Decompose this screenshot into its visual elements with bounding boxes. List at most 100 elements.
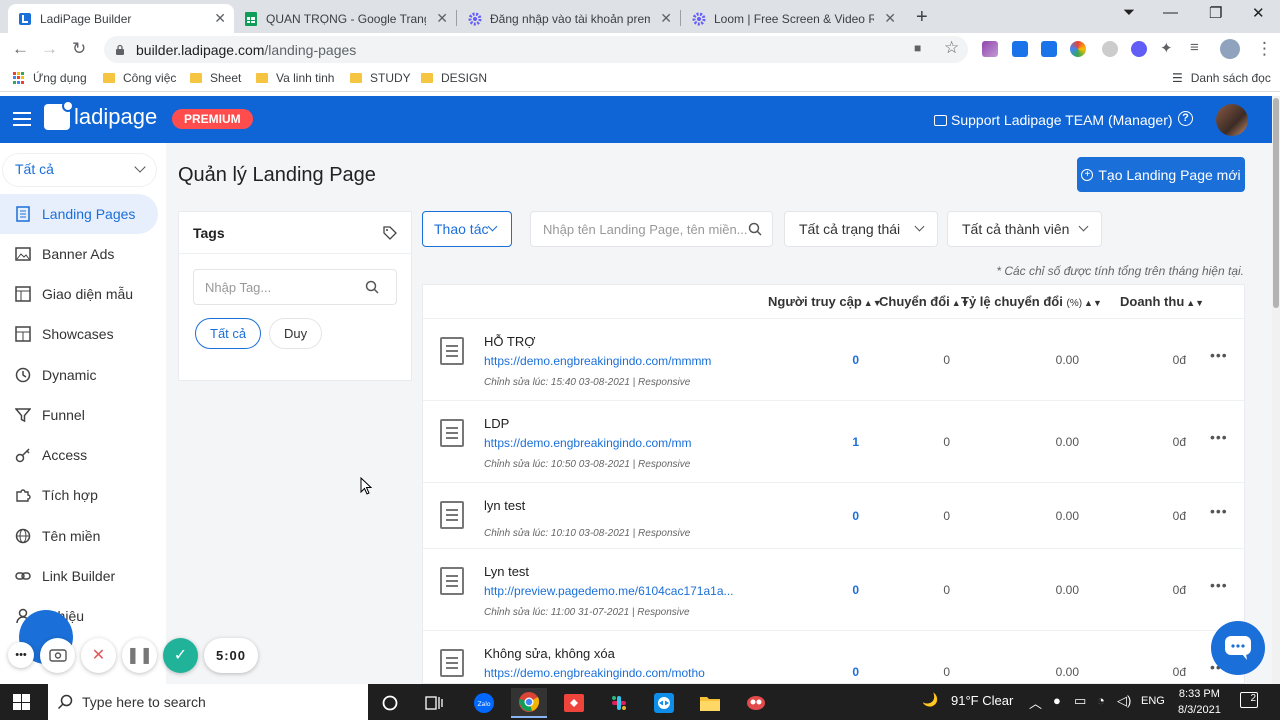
bookmark-folder[interactable]: Sheet [190, 71, 241, 85]
volume-icon[interactable]: ◁) [1117, 693, 1131, 709]
page-scrollbar[interactable] [1272, 96, 1280, 684]
close-icon[interactable]: ✕ [436, 10, 448, 27]
teamviewer-app-icon[interactable] [646, 688, 682, 718]
search-icon[interactable] [365, 280, 379, 294]
bookmark-star-icon[interactable]: ☆ [944, 38, 959, 58]
notification-center-icon[interactable]: 2 [1240, 692, 1258, 708]
page-name[interactable]: lyn test [484, 498, 525, 513]
sidebar-item-dynamic[interactable]: Dynamic [0, 355, 158, 395]
more-options-icon[interactable]: ••• [1210, 347, 1228, 363]
help-icon[interactable]: ? [1178, 111, 1193, 126]
language-indicator[interactable]: ENG [1141, 695, 1165, 707]
tag-chip-all[interactable]: Tất cả [195, 318, 262, 349]
forward-icon[interactable]: → [41, 39, 58, 59]
tag-search-input[interactable]: Nhập Tag... [193, 269, 397, 305]
bookmark-folder[interactable]: DESIGN [421, 71, 487, 85]
maximize-button[interactable]: ❐ [1209, 4, 1222, 22]
playlist-icon[interactable]: ≡ [1190, 39, 1199, 56]
scrollbar-thumb[interactable] [1273, 98, 1279, 308]
extension-translate-icon[interactable] [1012, 41, 1028, 57]
column-header-rate[interactable]: Tỷ lệ chuyển đổi (%) ▲▼ [961, 294, 1102, 309]
close-window-button[interactable]: ✕ [1252, 4, 1265, 22]
close-icon[interactable]: ✕ [884, 10, 896, 27]
loom-camera-toggle-icon[interactable] [40, 637, 75, 673]
tab-ladipage[interactable]: LadiPage Builder ✕ [8, 4, 234, 33]
sidebar-item-landing-pages[interactable]: Landing Pages [0, 194, 158, 234]
page-url-link[interactable]: https://demo.engbreakingindo.com/motho [484, 666, 705, 680]
profile-avatar-icon[interactable] [1220, 39, 1240, 59]
more-options-icon[interactable]: ••• [1210, 429, 1228, 445]
table-row[interactable]: lyn test Chỉnh sửa lúc: 10:10 03-08-2021… [423, 482, 1244, 548]
tab-search-icon[interactable]: ⏷ [1123, 4, 1135, 21]
column-header-visits[interactable]: Người truy cập ▲▼ [768, 294, 882, 309]
system-clock[interactable]: 8:33 PM 8/3/2021 [1178, 686, 1221, 718]
member-filter-dropdown[interactable]: Tất cả thành viên [947, 211, 1102, 247]
zalo-app-icon[interactable]: Zalo [466, 688, 502, 718]
sidebar-item-banner-ads[interactable]: Banner Ads [0, 234, 158, 274]
extensions-puzzle-icon[interactable]: ✦ [1160, 39, 1173, 57]
extension-code-icon[interactable] [1041, 41, 1057, 57]
user-avatar[interactable] [1216, 104, 1248, 136]
reading-list[interactable]: ☰ Danh sách đọc [1172, 71, 1271, 85]
wifi-icon[interactable]: ◔ [1097, 693, 1105, 708]
taskbar-search-box[interactable]: Type here to search [48, 684, 368, 720]
close-icon[interactable]: ✕ [214, 10, 226, 27]
extension-pen-icon[interactable] [982, 41, 998, 57]
sidebar-item-domains[interactable]: Tên miền [0, 516, 158, 556]
extension-loom-icon[interactable] [1131, 41, 1147, 57]
bookmark-folder[interactable]: Công việc [103, 71, 176, 85]
sidebar-item-integrations[interactable]: Tích hợp [0, 475, 158, 515]
loom-finish-icon[interactable]: ✓ [163, 637, 198, 673]
file-explorer-icon[interactable] [692, 688, 728, 718]
battery-icon[interactable]: ▭ [1074, 693, 1086, 709]
hamburger-menu-icon[interactable] [13, 112, 31, 126]
weather-moon-icon[interactable]: 🌙 [922, 692, 938, 708]
bookmark-folder[interactable]: STUDY [350, 71, 411, 85]
landing-page-search-input[interactable]: Nhập tên Landing Page, tên miền... [530, 211, 773, 247]
more-options-icon[interactable]: ••• [1210, 577, 1228, 593]
new-tab-button[interactable]: + [916, 6, 928, 29]
loom-more-icon[interactable]: ••• [8, 642, 34, 668]
sidebar-item-link-builder[interactable]: Link Builder [0, 556, 158, 596]
close-icon[interactable]: ✕ [660, 10, 672, 27]
tag-icon[interactable] [383, 226, 397, 240]
extension-chrome-icon[interactable] [1070, 41, 1086, 57]
page-name[interactable]: LDP [484, 416, 509, 431]
address-bar[interactable]: builder.ladipage.com/landing-pages [104, 36, 968, 63]
windows-start-icon[interactable] [13, 694, 30, 710]
chrome-app-icon[interactable] [511, 688, 547, 718]
bookmark-apps[interactable]: Ứng dụng [13, 71, 87, 85]
tag-chip-duy[interactable]: Duy [269, 318, 323, 349]
sidebar-item-showcases[interactable]: Showcases [0, 314, 158, 354]
search-icon[interactable] [748, 222, 762, 236]
table-row[interactable]: HỖ TRỢ https://demo.engbreakingindo.com/… [423, 318, 1244, 400]
minimize-button[interactable]: — [1163, 4, 1178, 21]
weather-text[interactable]: 91°F Clear [951, 693, 1013, 708]
back-icon[interactable]: ← [12, 39, 29, 59]
page-url-link[interactable]: http://preview.pagedemo.me/6104cac171a1a… [484, 584, 734, 598]
chat-support-button[interactable] [1211, 621, 1265, 675]
loom-cancel-icon[interactable]: ✕ [81, 637, 116, 673]
menu-kebab-icon[interactable]: ⋮ [1256, 39, 1273, 59]
page-url-link[interactable]: https://demo.engbreakingindo.com/mmmm [484, 354, 711, 368]
anydesk-app-icon[interactable] [556, 688, 592, 718]
loom-pause-icon[interactable]: ❚❚ [122, 637, 157, 673]
microphone-icon[interactable]: ● [1053, 693, 1061, 708]
ladipage-logo[interactable]: ladipage [44, 100, 157, 130]
sidebar-item-templates[interactable]: Giao diện mẫu [0, 274, 158, 314]
create-landing-page-button[interactable]: + Tạo Landing Page mới [1077, 157, 1245, 192]
camera-icon[interactable]: ■ [914, 41, 921, 55]
actions-dropdown[interactable]: Thao tác [422, 211, 512, 247]
sidebar-item-access[interactable]: Access [0, 435, 158, 475]
table-row[interactable]: Không sửa, không xóa https://demo.engbre… [423, 630, 1244, 683]
slack-app-icon[interactable] [601, 688, 637, 718]
tab-google-sheets[interactable]: QUAN TRỌNG - Google Trang tính ✕ [234, 4, 456, 33]
tab-loom[interactable]: Loom | Free Screen & Video Recording ✕ [682, 4, 904, 33]
page-url-link[interactable]: https://demo.engbreakingindo.com/mm [484, 436, 691, 450]
column-header-conversions[interactable]: Chuyển đổi ▲▼ [879, 294, 970, 309]
table-row[interactable]: LDP https://demo.engbreakingindo.com/mm … [423, 400, 1244, 482]
tab-login-premium[interactable]: Đăng nhập vào tài khoản premium ✕ [458, 4, 680, 33]
page-name[interactable]: Lyn test [484, 564, 529, 579]
bookmark-folder[interactable]: Va linh tinh [256, 71, 334, 85]
status-filter-dropdown[interactable]: Tất cả trạng thái [784, 211, 938, 247]
